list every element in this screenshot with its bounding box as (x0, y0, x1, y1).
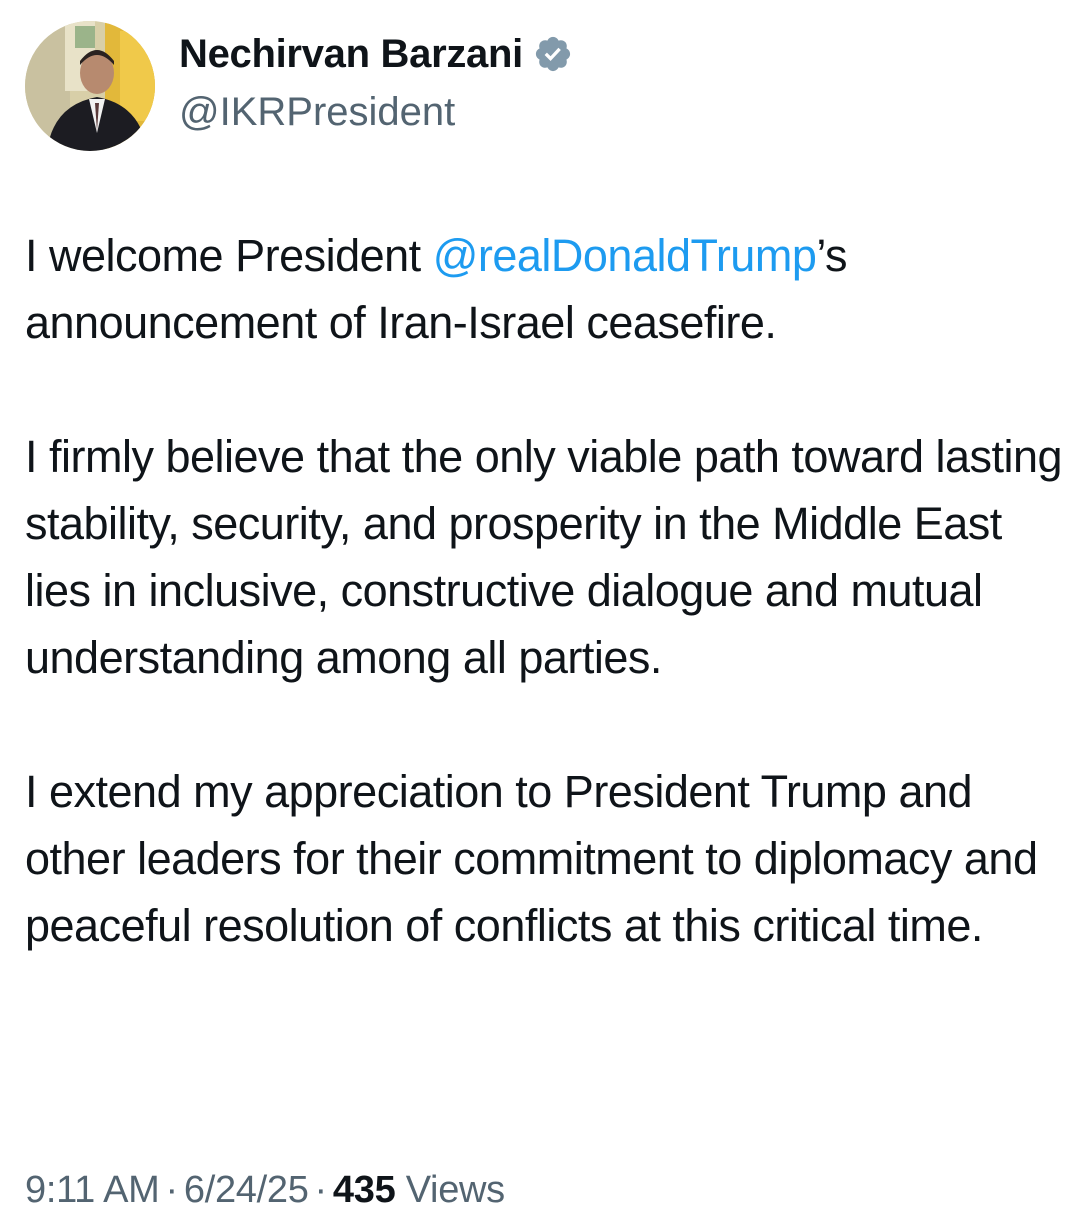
tweet-paragraph-3: I extend my appreciation to President Tr… (25, 766, 1038, 951)
views-label[interactable]: Views (406, 1169, 505, 1211)
display-name[interactable]: Nechirvan Barzani (179, 32, 523, 77)
tweet-meta: 9:11 AM · 6/24/25 · 435 Views (25, 1160, 505, 1220)
mention-link[interactable]: @realDonaldTrump (433, 230, 817, 281)
tweet-text-segment: I welcome President (25, 230, 433, 281)
avatar[interactable] (25, 21, 155, 151)
author-identity: Nechirvan Barzani @IKRPresident (179, 27, 573, 139)
meta-separator: · (165, 1169, 179, 1211)
tweet-text: I welcome President @realDonaldTrump’s a… (25, 222, 1065, 1026)
tweet: Nechirvan Barzani @IKRPresident I welcom… (0, 0, 1080, 1230)
meta-separator: · (314, 1169, 328, 1211)
author-handle[interactable]: @IKRPresident (179, 85, 573, 139)
tweet-time[interactable]: 9:11 AM (25, 1169, 160, 1211)
tweet-date[interactable]: 6/24/25 (184, 1169, 309, 1211)
views-count[interactable]: 435 (333, 1169, 396, 1211)
tweet-header: Nechirvan Barzani @IKRPresident (25, 20, 573, 152)
tweet-paragraph-2: I firmly believe that the only viable pa… (25, 431, 1063, 683)
verified-badge-icon[interactable] (533, 34, 573, 74)
name-row: Nechirvan Barzani (179, 27, 573, 81)
avatar-image (25, 21, 155, 151)
tweet-paragraph-1: I welcome President @realDonaldTrump’s a… (25, 222, 1065, 356)
